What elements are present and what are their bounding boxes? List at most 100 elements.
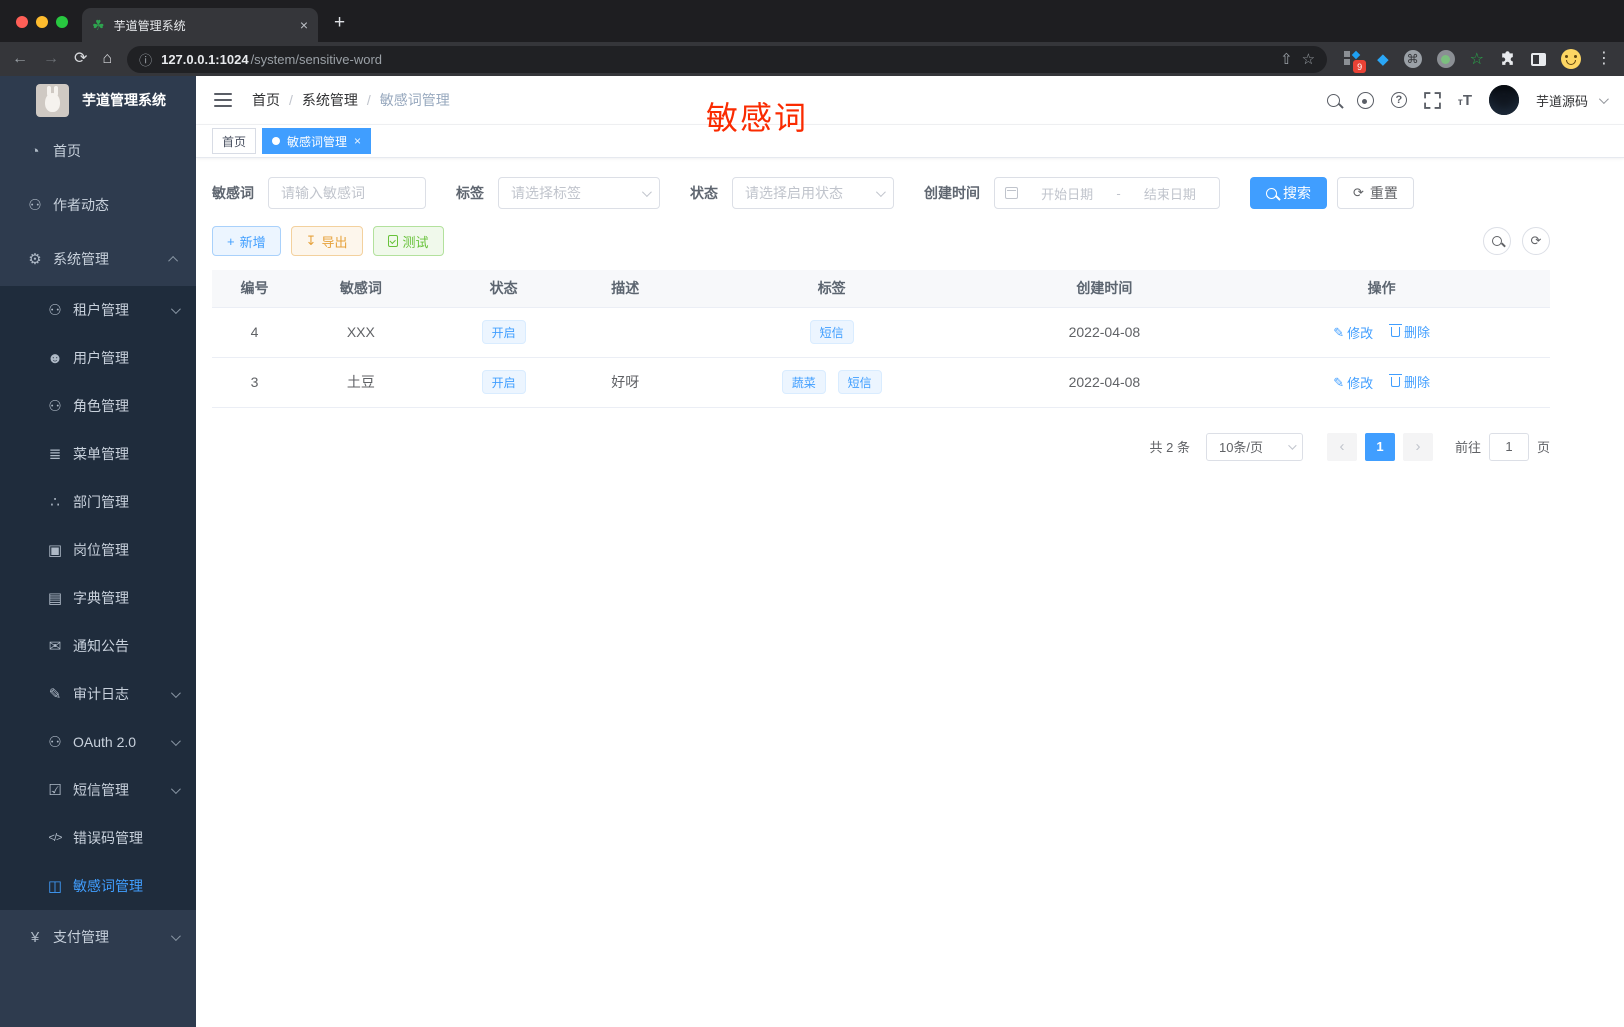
username[interactable]: 芋道源码 bbox=[1536, 91, 1588, 110]
breadcrumb-separator: / bbox=[366, 92, 371, 108]
reset-button-label: 重置 bbox=[1369, 185, 1398, 201]
refresh-table-button[interactable]: ⟳ bbox=[1522, 227, 1550, 255]
breadcrumb-system[interactable]: 系统管理 bbox=[302, 90, 358, 110]
start-date-placeholder[interactable]: 开始日期 bbox=[1028, 184, 1106, 203]
col-word: 敏感词 bbox=[297, 270, 425, 307]
goto-page-input[interactable] bbox=[1488, 432, 1529, 461]
user-avatar[interactable] bbox=[1488, 85, 1519, 115]
sidebar-item-audit[interactable]: ✎ 审计日志 bbox=[0, 670, 196, 718]
tag-view-home[interactable]: 首页 bbox=[212, 128, 257, 154]
sidebar-item-sms[interactable]: ☑ 短信管理 bbox=[0, 766, 196, 814]
search-icon[interactable] bbox=[1326, 93, 1340, 107]
sidebar-item-dept[interactable]: ∴ 部门管理 bbox=[0, 478, 196, 526]
window-controls[interactable] bbox=[0, 16, 82, 42]
tag-filter-select[interactable]: 请选择标签 bbox=[498, 177, 660, 209]
edit-link[interactable]: ✎ 修改 bbox=[1333, 373, 1373, 392]
col-desc: 描述 bbox=[582, 270, 668, 307]
extension-star-icon[interactable]: ☆ bbox=[1470, 49, 1484, 69]
delete-link[interactable]: 删除 bbox=[1389, 322, 1430, 341]
extension-grid-icon[interactable]: 9 bbox=[1342, 49, 1367, 73]
side-panel-icon[interactable] bbox=[1531, 52, 1546, 66]
sidebar-item-home[interactable]: ◔ 首页 bbox=[0, 124, 196, 178]
tag-badge: 短信 bbox=[837, 370, 882, 394]
help-icon[interactable]: ? bbox=[1390, 92, 1407, 108]
delete-link[interactable]: 删除 bbox=[1389, 372, 1430, 391]
sidebar-item-tenant[interactable]: ⚇ 租户管理 bbox=[0, 286, 196, 334]
status-filter-select[interactable]: 请选择启用状态 bbox=[732, 177, 894, 209]
chevron-down-icon bbox=[170, 303, 181, 314]
current-page-button[interactable]: 1 bbox=[1364, 432, 1395, 461]
add-button-label: 新增 bbox=[239, 234, 266, 250]
page-size-value: 10条/页 bbox=[1218, 440, 1264, 455]
sidebar-item-user[interactable]: ☻ 用户管理 bbox=[0, 334, 196, 382]
close-window-button[interactable] bbox=[16, 16, 28, 28]
add-button[interactable]: + 新增 bbox=[212, 226, 281, 256]
show-search-button[interactable] bbox=[1483, 227, 1511, 255]
breadcrumb-home[interactable]: 首页 bbox=[252, 90, 280, 110]
sidebar-item-post[interactable]: ▣ 岗位管理 bbox=[0, 526, 196, 574]
minimize-window-button[interactable] bbox=[36, 16, 48, 28]
sidebar-fold-icon[interactable] bbox=[214, 93, 232, 107]
word-filter-input[interactable] bbox=[268, 177, 426, 209]
next-page-button[interactable]: › bbox=[1402, 432, 1433, 461]
gear-icon: ⚙ bbox=[28, 251, 42, 268]
bookmark-star-icon[interactable]: ☆ bbox=[1302, 50, 1315, 68]
github-icon[interactable] bbox=[1356, 91, 1374, 109]
export-button[interactable]: ↧ 导出 bbox=[290, 226, 363, 256]
users-icon: ⚇ bbox=[48, 302, 62, 319]
breadcrumb-separator: / bbox=[289, 92, 293, 108]
forward-icon[interactable]: → bbox=[43, 51, 59, 67]
address-bar[interactable]: ⓘ 127.0.0.1:1024 /system/sensitive-word … bbox=[127, 45, 1328, 73]
new-tab-button[interactable]: + bbox=[334, 12, 345, 34]
reload-icon[interactable]: ⟳ bbox=[74, 51, 87, 67]
date-range-picker[interactable]: 开始日期 - 结束日期 bbox=[994, 177, 1220, 209]
sidebar: 芋道管理系统 ◔ 首页 ⚇ 作者动态 ⚙ 系统管理 ⚇ 租户管理 ☻ 用户管理 … bbox=[0, 76, 196, 1027]
extension-record-icon[interactable] bbox=[1436, 50, 1455, 68]
sidebar-item-role[interactable]: ⚇ 角色管理 bbox=[0, 382, 196, 430]
chevron-down-icon[interactable] bbox=[1598, 93, 1609, 104]
share-icon[interactable]: ⇧ bbox=[1280, 50, 1293, 68]
maximize-window-button[interactable] bbox=[56, 16, 68, 28]
edit-link[interactable]: ✎ 修改 bbox=[1333, 323, 1373, 342]
status-filter-label: 状态 bbox=[690, 185, 718, 201]
sidebar-item-author[interactable]: ⚇ 作者动态 bbox=[0, 178, 196, 232]
extension-gem-icon[interactable]: ◆ bbox=[1377, 50, 1389, 68]
sidebar-item-notice[interactable]: ✉ 通知公告 bbox=[0, 622, 196, 670]
prev-page-button[interactable]: ‹ bbox=[1326, 432, 1357, 461]
sidebar-item-label: 租户管理 bbox=[73, 302, 129, 318]
page-size-select[interactable]: 10条/页 bbox=[1205, 432, 1303, 461]
home-icon[interactable]: ⌂ bbox=[102, 51, 112, 67]
sidebar-item-dict[interactable]: ▤ 字典管理 bbox=[0, 574, 196, 622]
extension-cmd-icon[interactable]: ⌘ bbox=[1403, 50, 1422, 68]
sidebar-item-system[interactable]: ⚙ 系统管理 bbox=[0, 232, 196, 286]
table-row: 4 XXX 开启 短信 2022-04-08 ✎ 修改 删除 bbox=[212, 306, 1550, 358]
fullscreen-icon[interactable] bbox=[1424, 91, 1441, 109]
sidebar-item-errcode[interactable]: </> 错误码管理 bbox=[0, 814, 196, 862]
robot-icon: ⚇ bbox=[28, 197, 42, 214]
test-button[interactable]: 测试 bbox=[372, 226, 444, 256]
app-logo[interactable]: 芋道管理系统 bbox=[0, 76, 196, 124]
site-info-icon[interactable]: ⓘ bbox=[139, 50, 152, 69]
sidebar-item-menu[interactable]: ≣ 菜单管理 bbox=[0, 430, 196, 478]
end-date-placeholder[interactable]: 结束日期 bbox=[1131, 184, 1209, 203]
sidebar-item-pay[interactable]: ¥ 支付管理 bbox=[0, 910, 196, 964]
search-button[interactable]: 搜索 bbox=[1250, 177, 1327, 209]
pencil-icon: ✎ bbox=[1333, 324, 1345, 340]
sidebar-item-oauth[interactable]: ⚇ OAuth 2.0 bbox=[0, 718, 196, 766]
sidebar-item-label: 字典管理 bbox=[73, 590, 129, 606]
tab-close-icon[interactable]: × bbox=[300, 17, 308, 33]
reset-button[interactable]: ⟳ 重置 bbox=[1337, 177, 1414, 209]
word-filter-label: 敏感词 bbox=[212, 185, 254, 201]
extensions-puzzle-icon[interactable] bbox=[1499, 50, 1516, 68]
extension-badge: 9 bbox=[1353, 60, 1367, 73]
browser-menu-icon[interactable]: ⋮ bbox=[1596, 51, 1612, 67]
sidebar-item-sensitive-word[interactable]: ◫ 敏感词管理 bbox=[0, 862, 196, 910]
profile-avatar-icon[interactable] bbox=[1561, 49, 1581, 69]
close-icon[interactable]: × bbox=[354, 134, 361, 148]
browser-tab[interactable]: ☘ 芋道管理系统 × bbox=[82, 8, 318, 42]
font-size-icon[interactable]: тT bbox=[1458, 92, 1472, 109]
sensitive-word-table: 编号 敏感词 状态 描述 标签 创建时间 操作 4 XXX 开启 短信 2022… bbox=[212, 270, 1550, 408]
back-icon[interactable]: ← bbox=[12, 51, 28, 67]
app-title: 芋道管理系统 bbox=[82, 92, 166, 108]
tag-view-sensitive-word[interactable]: 敏感词管理 × bbox=[262, 128, 372, 154]
